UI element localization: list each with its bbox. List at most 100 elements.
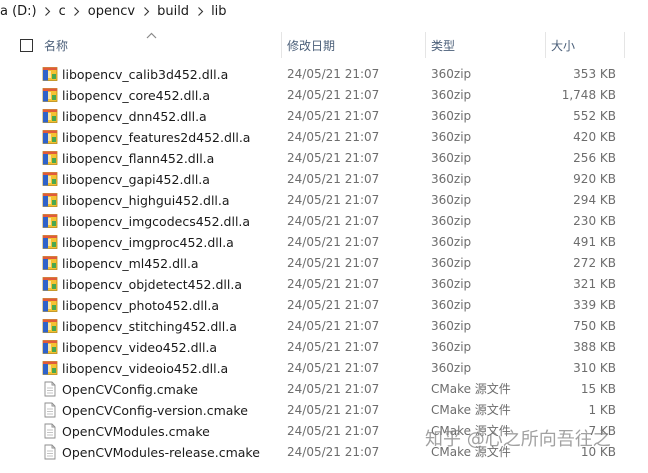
column-divider[interactable] [545,32,546,58]
file-row[interactable]: OpenCVModules.cmake 24/05/21 21:07 CMake 源… [0,421,648,442]
file-type: 360zip [431,130,472,144]
file-name: libopencv_videoio452.dll.a [62,361,229,376]
chevron-right-icon[interactable] [140,0,152,22]
archive-icon [42,129,58,145]
file-type: 360zip [431,214,472,228]
file-date: 24/05/21 21:07 [287,256,380,270]
file-row[interactable]: libopencv_video452.dll.a 24/05/21 21:07 36… [0,337,648,358]
breadcrumb-item[interactable]: lib [206,4,231,19]
file-row[interactable]: libopencv_highgui452.dll.a 24/05/21 21:07… [0,190,648,211]
file-type: 360zip [431,235,472,249]
breadcrumb-item[interactable]: build [152,4,194,19]
chevron-right-icon[interactable] [194,0,206,22]
file-row[interactable]: libopencv_features2d452.dll.a 24/05/21 21… [0,127,648,148]
column-header-row: 名称 修改日期 类型 大小 [0,32,648,58]
file-row[interactable]: libopencv_dnn452.dll.a 24/05/21 21:07 360z… [0,106,648,127]
column-divider[interactable] [425,32,426,58]
column-divider[interactable] [624,32,625,58]
file-size: 750 KB [573,319,616,333]
file-row[interactable]: OpenCVConfig-version.cmake 24/05/21 21:07… [0,400,648,421]
file-row[interactable]: libopencv_videoio452.dll.a 24/05/21 21:07… [0,358,648,379]
archive-icon [42,276,58,292]
archive-icon [42,297,58,313]
breadcrumb: a (D:) c opencv build lib [0,0,648,22]
file-size: 1,748 KB [561,88,616,102]
file-size: 10 KB [580,445,616,459]
file-row[interactable]: libopencv_stitching452.dll.a 24/05/21 21:… [0,316,648,337]
file-size: 294 KB [573,193,616,207]
file-size: 920 KB [573,172,616,186]
archive-icon [42,339,58,355]
file-row[interactable]: libopencv_ml452.dll.a 24/05/21 21:07 360zi… [0,253,648,274]
archive-icon [42,108,58,124]
file-row[interactable]: libopencv_imgproc452.dll.a 24/05/21 21:07… [0,232,648,253]
file-type: 360zip [431,361,472,375]
file-row[interactable]: libopencv_flann452.dll.a 24/05/21 21:07 36… [0,148,648,169]
file-type: CMake 源文件 [431,445,511,459]
archive-icon [42,66,58,82]
file-type: CMake 源文件 [431,424,511,438]
file-name: libopencv_highgui452.dll.a [62,193,230,208]
document-icon [42,423,58,439]
file-type: 360zip [431,109,472,123]
file-size: 353 KB [573,67,616,81]
archive-icon [42,255,58,271]
file-name: libopencv_imgproc452.dll.a [62,235,234,250]
chevron-right-icon[interactable] [71,0,83,22]
column-header-date[interactable]: 修改日期 [287,32,335,58]
document-icon [42,402,58,418]
file-row[interactable]: libopencv_objdetect452.dll.a 24/05/21 21:… [0,274,648,295]
file-row[interactable]: OpenCVConfig.cmake 24/05/21 21:07 CMake 源文… [0,379,648,400]
file-date: 24/05/21 21:07 [287,67,380,81]
file-size: 552 KB [573,109,616,123]
file-name: OpenCVConfig.cmake [62,382,198,397]
select-all-checkbox[interactable] [20,39,33,52]
file-type: CMake 源文件 [431,382,511,396]
file-date: 24/05/21 21:07 [287,445,380,459]
file-size: 1 KB [588,403,616,417]
file-type: 360zip [431,256,472,270]
file-name: libopencv_imgcodecs452.dll.a [62,214,251,229]
breadcrumb-item[interactable]: c [54,4,71,19]
file-name: libopencv_calib3d452.dll.a [62,67,229,82]
file-row[interactable]: OpenCVModules-release.cmake 24/05/21 21:0… [0,442,648,463]
archive-icon [42,150,58,166]
column-header-name[interactable]: 名称 [44,32,68,58]
archive-icon [42,213,58,229]
file-type: CMake 源文件 [431,403,511,417]
breadcrumb-item[interactable]: a (D:) [0,4,42,19]
archive-icon [42,171,58,187]
file-type: 360zip [431,319,472,333]
breadcrumb-item[interactable]: opencv [83,4,140,19]
file-size: 388 KB [573,340,616,354]
file-name: libopencv_features2d452.dll.a [62,130,251,145]
column-header-type[interactable]: 类型 [431,32,455,58]
file-date: 24/05/21 21:07 [287,340,380,354]
file-type: 360zip [431,340,472,354]
file-name: libopencv_stitching452.dll.a [62,319,237,334]
file-type: 360zip [431,67,472,81]
file-type: 360zip [431,151,472,165]
file-size: 310 KB [573,361,616,375]
file-date: 24/05/21 21:07 [287,277,380,291]
file-name: libopencv_dnn452.dll.a [62,109,207,124]
file-row[interactable]: libopencv_imgcodecs452.dll.a 24/05/21 21:… [0,211,648,232]
column-divider[interactable] [281,32,282,58]
file-date: 24/05/21 21:07 [287,151,380,165]
file-row[interactable]: libopencv_calib3d452.dll.a 24/05/21 21:07… [0,64,648,85]
file-name: libopencv_gapi452.dll.a [62,172,210,187]
file-name: libopencv_flann452.dll.a [62,151,215,166]
file-row[interactable]: libopencv_core452.dll.a 24/05/21 21:07 360… [0,85,648,106]
file-date: 24/05/21 21:07 [287,172,380,186]
file-date: 24/05/21 21:07 [287,361,380,375]
archive-icon [42,192,58,208]
sort-ascending-icon [146,32,157,39]
file-row[interactable]: libopencv_gapi452.dll.a 24/05/21 21:07 360… [0,169,648,190]
file-date: 24/05/21 21:07 [287,403,380,417]
file-name: libopencv_ml452.dll.a [62,256,199,271]
file-row[interactable]: libopencv_photo452.dll.a 24/05/21 21:07 36… [0,295,648,316]
chevron-right-icon[interactable] [42,0,54,22]
file-type: 360zip [431,172,472,186]
column-header-size[interactable]: 大小 [551,32,575,58]
file-list: libopencv_calib3d452.dll.a 24/05/21 21:07… [0,64,648,463]
